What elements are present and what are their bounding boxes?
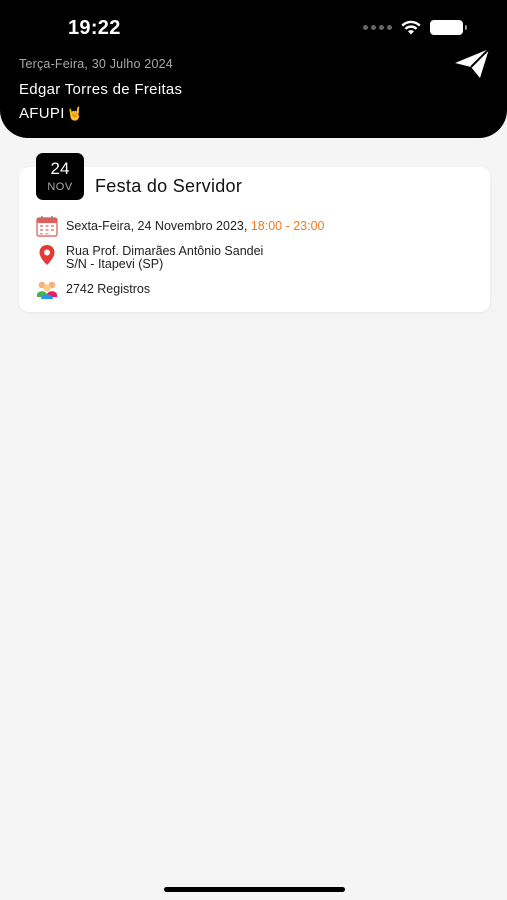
user-name: Edgar Torres de Freitas — [19, 81, 183, 98]
organization: AFUPI 🤘 — [19, 105, 83, 122]
organization-name: AFUPI — [19, 105, 65, 122]
badge-month: NOV — [47, 181, 73, 193]
event-time-range: 18:00 - 23:00 — [250, 218, 325, 233]
wifi-icon — [401, 20, 421, 35]
address-line-2: S/N - Itapevi (SP) — [66, 257, 164, 271]
current-date: Terça-Feira, 30 Julho 2024 — [19, 57, 173, 71]
registrations-row: 2742 Registros — [36, 278, 150, 300]
event-date-row: Sexta-Feira, 24 Novembro 2023, 18:00 - 2… — [36, 215, 325, 237]
status-icons — [363, 20, 467, 35]
badge-day: 24 — [50, 159, 70, 178]
location-pin-icon — [39, 245, 55, 265]
registrations-count: 2742 Registros — [66, 281, 151, 296]
send-arrow-icon[interactable] — [455, 49, 489, 79]
cellular-signal-icon — [363, 25, 392, 30]
event-date-text: Sexta-Feira, 24 Novembro 2023, — [66, 218, 251, 233]
event-address-row: Rua Prof. Dimarães Antônio Sandei S/N - … — [36, 244, 263, 271]
battery-icon — [430, 20, 467, 35]
event-date-badge: 24 NOV — [36, 153, 84, 200]
status-time: 19:22 — [68, 17, 121, 39]
rock-hand-emoji: 🤘 — [66, 105, 84, 121]
home-indicator[interactable] — [164, 887, 345, 892]
calendar-icon — [36, 216, 58, 237]
event-title: Festa do Servidor — [95, 176, 243, 196]
header: 19:22 Terça-Feira, 30 Julho 2024 Edgar T… — [0, 0, 507, 138]
screen: 19:22 Terça-Feira, 30 Julho 2024 Edgar T… — [0, 0, 507, 900]
people-group-icon — [37, 281, 57, 299]
